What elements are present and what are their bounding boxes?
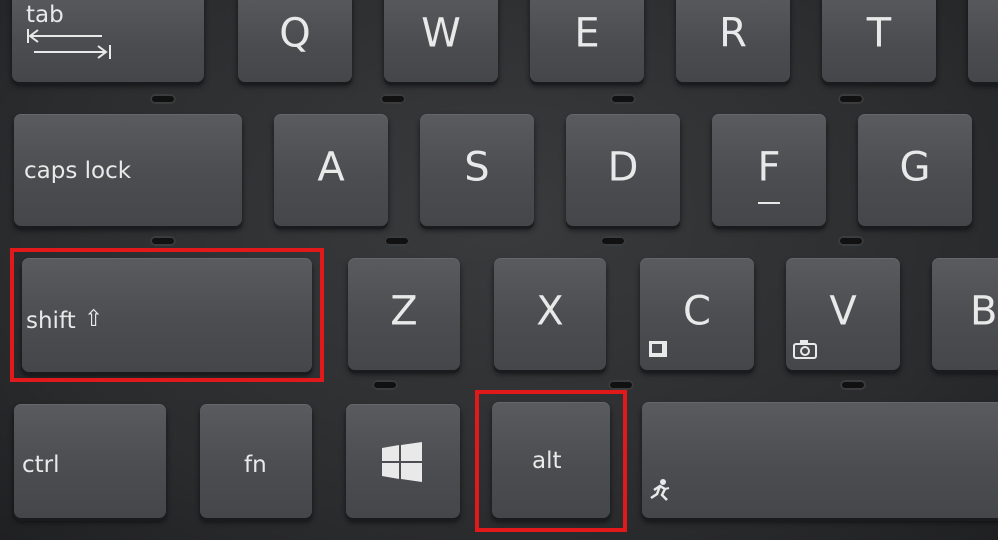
r-key[interactable]: R xyxy=(676,0,790,82)
q-key[interactable]: Q xyxy=(238,0,352,82)
t-key-label: T xyxy=(866,10,892,57)
windows-key[interactable] xyxy=(346,404,460,518)
w-key[interactable]: W xyxy=(384,0,498,82)
f-key-label: F xyxy=(757,144,781,191)
keyboard-notch xyxy=(610,94,636,104)
camera-icon xyxy=(793,340,817,359)
keyboard-notch xyxy=(380,94,406,104)
v-key-label: V xyxy=(829,288,857,335)
caps-lock-key[interactable]: caps lock xyxy=(14,114,242,226)
space-bar[interactable] xyxy=(642,402,998,518)
z-key-label: Z xyxy=(390,288,418,335)
c-key-label: C xyxy=(683,288,711,335)
x-key-label: X xyxy=(536,288,564,335)
alt-key-highlight xyxy=(475,390,627,532)
f-key[interactable]: F xyxy=(712,114,826,226)
ctrl-key-label: ctrl xyxy=(22,452,60,478)
a-key-label: A xyxy=(317,144,345,191)
keyboard-notch xyxy=(840,380,866,390)
keyboard-notch xyxy=(384,236,410,246)
keyboard-notch xyxy=(608,380,634,390)
d-key-label: D xyxy=(607,144,639,191)
x-key[interactable]: X xyxy=(494,258,606,370)
g-key[interactable]: G xyxy=(858,114,972,226)
fn-key[interactable]: fn xyxy=(200,404,312,518)
keyboard-notch xyxy=(838,236,864,246)
keyboard-notch xyxy=(372,380,398,390)
r-key-label: R xyxy=(719,10,747,57)
q-key-label: Q xyxy=(279,10,311,57)
caps-lock-key-label: caps lock xyxy=(24,158,132,184)
e-key[interactable]: E xyxy=(530,0,644,82)
t-key[interactable]: T xyxy=(822,0,936,82)
screenshot-icon xyxy=(649,341,667,357)
keyboard-notch xyxy=(838,94,864,104)
d-key[interactable]: D xyxy=(566,114,680,226)
g-key-label: G xyxy=(899,144,931,191)
fn-key-label: fn xyxy=(244,452,267,478)
sleep-runner-icon xyxy=(650,479,670,501)
a-key[interactable]: A xyxy=(274,114,388,226)
keyboard: tab Q W E R T caps lock A S D F G shift … xyxy=(0,0,998,540)
e-key-label: E xyxy=(574,10,600,57)
w-key-label: W xyxy=(421,10,461,57)
keyboard-notch xyxy=(150,236,176,246)
shift-key-highlight xyxy=(10,248,324,382)
b-key-label: B xyxy=(970,288,998,335)
tab-arrows-icon xyxy=(27,29,111,59)
keyboard-notch xyxy=(600,236,626,246)
tab-key-label: tab xyxy=(26,2,64,28)
c-key[interactable]: C xyxy=(640,258,754,370)
z-key[interactable]: Z xyxy=(348,258,460,370)
y-key-partial[interactable] xyxy=(968,0,998,82)
s-key[interactable]: S xyxy=(420,114,534,226)
tab-key[interactable]: tab xyxy=(12,0,204,82)
windows-logo-icon xyxy=(382,442,422,482)
b-key[interactable]: B xyxy=(932,258,998,370)
f-key-home-bump xyxy=(758,202,780,204)
s-key-label: S xyxy=(464,144,490,191)
keyboard-notch xyxy=(150,94,176,104)
v-key[interactable]: V xyxy=(786,258,900,370)
ctrl-key[interactable]: ctrl xyxy=(14,404,166,518)
